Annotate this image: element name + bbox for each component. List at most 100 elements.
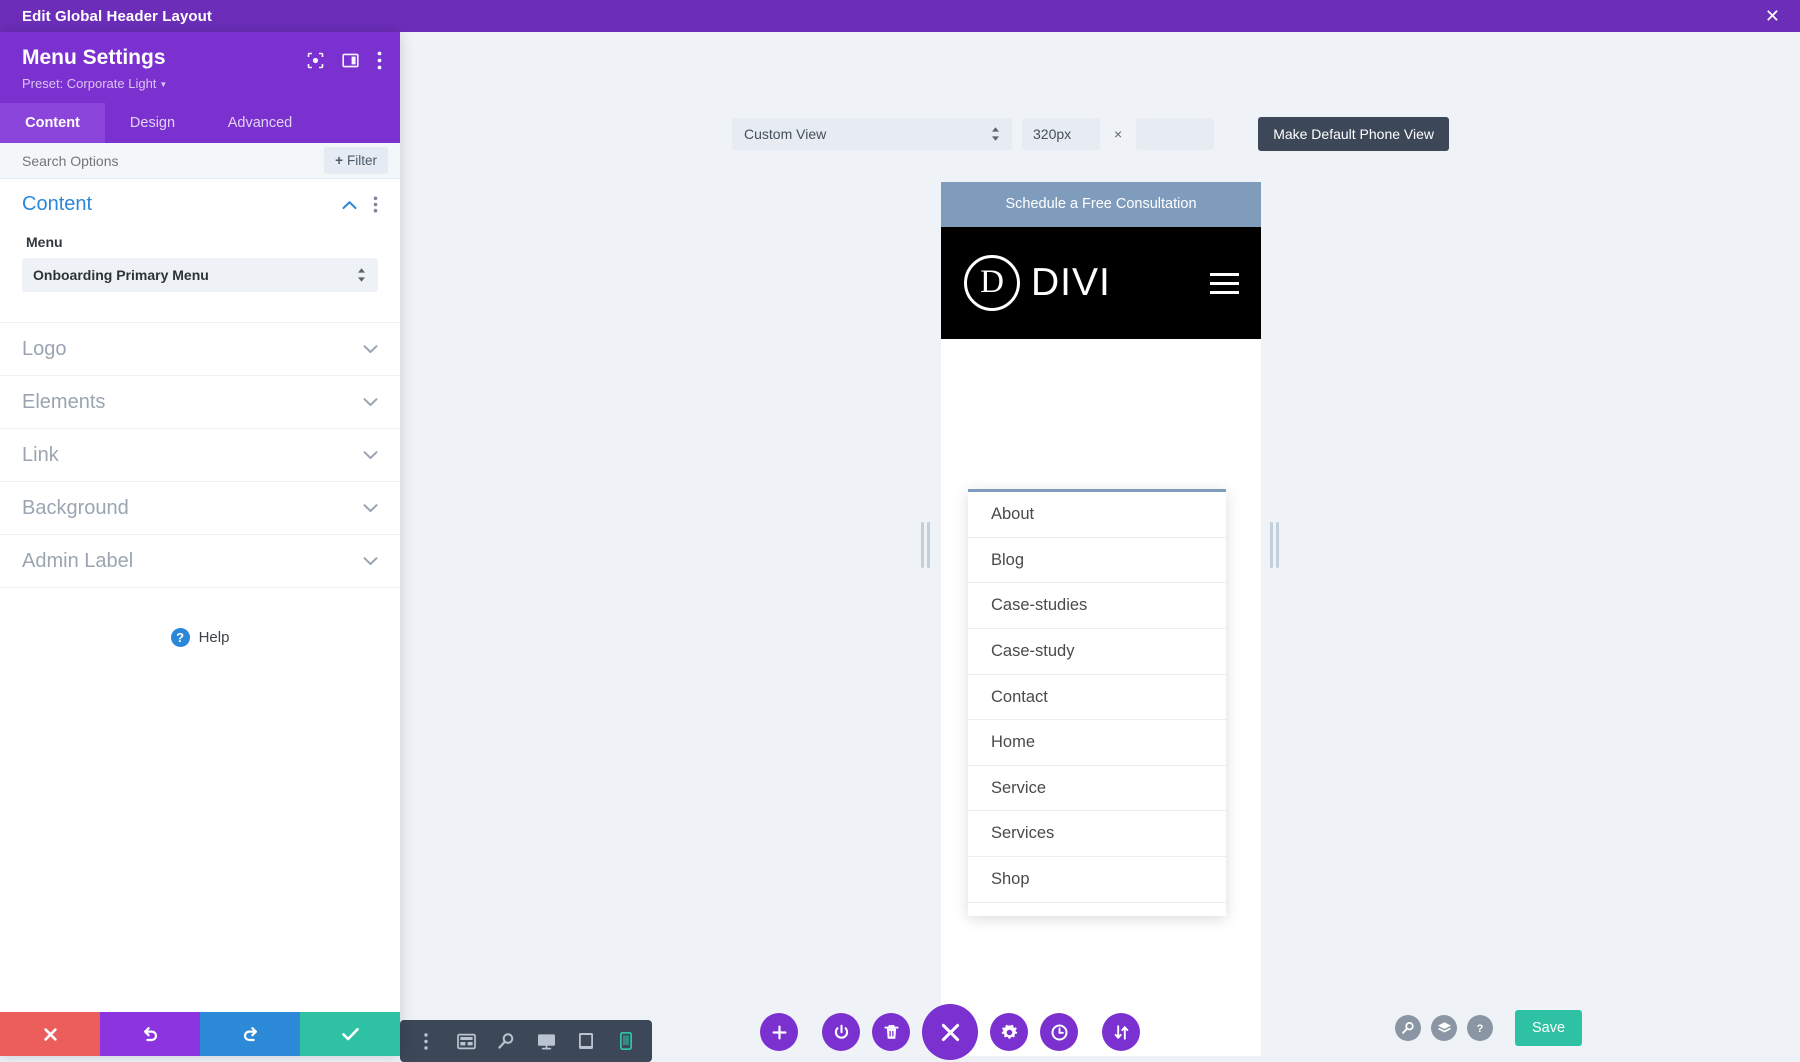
- divi-logo-mark: D: [964, 255, 1020, 311]
- menu-item-case-studies[interactable]: Case-studies: [968, 583, 1226, 629]
- preset-selector[interactable]: Preset: Corporate Light▼: [22, 76, 167, 91]
- toggle-builder-button[interactable]: [822, 1013, 860, 1051]
- magnifier-icon: [1401, 1021, 1415, 1035]
- menu-item-service[interactable]: Service: [968, 766, 1226, 812]
- section-admin-label[interactable]: Admin Label: [0, 535, 400, 588]
- select-stepper-icon: [991, 126, 1000, 142]
- tab-design[interactable]: Design: [105, 103, 200, 143]
- builder-canvas: Custom View × Make Default Phone View Sc…: [400, 32, 1800, 1056]
- discard-changes-button[interactable]: [0, 1012, 100, 1056]
- undo-button[interactable]: [100, 1012, 200, 1056]
- settings-panel-body: Content Menu Onboarding Primary Menu: [0, 179, 400, 1012]
- section-background[interactable]: Background: [0, 482, 400, 535]
- tab-advanced[interactable]: Advanced: [200, 103, 320, 143]
- make-default-phone-view-button[interactable]: Make Default Phone View: [1258, 117, 1449, 151]
- close-icon: [42, 1026, 59, 1043]
- chevron-down-icon: [363, 397, 378, 407]
- focus-mode-icon[interactable]: [307, 52, 324, 69]
- add-section-button[interactable]: [760, 1013, 798, 1051]
- help-button[interactable]: ?: [1467, 1015, 1493, 1041]
- viewport-width-input[interactable]: [1022, 118, 1100, 150]
- resize-handle-right[interactable]: [1270, 522, 1279, 568]
- mobile-menu-dropdown: About Blog Case-studies Case-study Conta…: [968, 489, 1226, 916]
- menu-item-home[interactable]: Home: [968, 720, 1226, 766]
- close-icon[interactable]: ✕: [1759, 5, 1786, 27]
- search-options-row: + Filter: [0, 143, 400, 179]
- select-stepper-icon: [357, 267, 366, 283]
- menu-select[interactable]: Onboarding Primary Menu: [22, 258, 378, 292]
- menu-item-contact[interactable]: Contact: [968, 675, 1226, 721]
- section-elements-title: Elements: [22, 391, 105, 414]
- preset-label: Preset: Corporate Light: [22, 76, 156, 91]
- plus-icon: [772, 1025, 787, 1040]
- save-button[interactable]: Save: [1515, 1010, 1582, 1046]
- section-admin-label-title: Admin Label: [22, 550, 133, 573]
- close-menu-button[interactable]: [922, 1004, 978, 1060]
- settings-button[interactable]: [990, 1013, 1028, 1051]
- section-background-title: Background: [22, 497, 129, 520]
- menu-field-label: Menu: [26, 234, 378, 250]
- search-button[interactable]: [1395, 1015, 1421, 1041]
- menu-item-about[interactable]: About: [968, 492, 1226, 538]
- portability-button[interactable]: [1102, 1013, 1140, 1051]
- gear-icon: [1001, 1024, 1018, 1041]
- settings-panel: Menu Settings Preset: Corporate Light▼ C…: [0, 32, 400, 1056]
- section-logo-title: Logo: [22, 338, 67, 361]
- section-content: Content Menu Onboarding Primary Menu: [0, 179, 400, 323]
- close-icon: [939, 1021, 962, 1044]
- plus-icon: +: [335, 153, 343, 168]
- resize-handle-left[interactable]: [921, 522, 930, 568]
- section-link[interactable]: Link: [0, 429, 400, 482]
- menu-item-shop[interactable]: Shop: [968, 857, 1226, 903]
- help-label: Help: [199, 629, 230, 646]
- svg-text:?: ?: [1477, 1023, 1484, 1035]
- builder-utility-buttons: ? Save: [1395, 1010, 1582, 1046]
- window-title-bar: Edit Global Header Layout ✕: [0, 0, 1800, 32]
- view-controls: Custom View × Make Default Phone View: [732, 117, 1449, 151]
- chevron-down-icon: [363, 450, 378, 460]
- settings-panel-header: Menu Settings Preset: Corporate Light▼: [0, 32, 400, 103]
- viewport-height-input[interactable]: [1136, 118, 1214, 150]
- chevron-down-icon: [363, 503, 378, 513]
- trash-icon: [884, 1024, 899, 1041]
- filter-button-label: Filter: [347, 153, 377, 168]
- section-elements[interactable]: Elements: [0, 376, 400, 429]
- view-mode-value: Custom View: [744, 126, 826, 142]
- menu-item-services[interactable]: Services: [968, 811, 1226, 857]
- more-options-icon[interactable]: [377, 51, 382, 70]
- menu-item-case-study[interactable]: Case-study: [968, 629, 1226, 675]
- search-input[interactable]: [22, 153, 324, 169]
- layers-button[interactable]: [1431, 1015, 1457, 1041]
- redo-icon: [241, 1025, 260, 1044]
- chevron-up-icon[interactable]: [342, 200, 357, 210]
- site-logo[interactable]: D DIVI: [964, 255, 1111, 311]
- settings-tabs: Content Design Advanced: [0, 103, 400, 143]
- check-icon: [341, 1026, 360, 1042]
- save-changes-button[interactable]: [300, 1012, 400, 1056]
- question-icon: ?: [1473, 1021, 1487, 1035]
- power-icon: [833, 1024, 850, 1041]
- help-link[interactable]: ? Help: [0, 588, 400, 647]
- chevron-down-icon: [363, 344, 378, 354]
- divi-logo-text: DIVI: [1031, 261, 1111, 305]
- redo-button[interactable]: [200, 1012, 300, 1056]
- layers-icon: [1437, 1021, 1452, 1035]
- view-mode-select[interactable]: Custom View: [732, 118, 1012, 150]
- window-title: Edit Global Header Layout: [22, 8, 212, 25]
- section-more-options-icon[interactable]: [373, 196, 378, 213]
- undo-icon: [141, 1025, 160, 1044]
- site-header: D DIVI: [941, 227, 1261, 339]
- builder-action-buttons: [760, 1004, 1140, 1060]
- clear-layout-button[interactable]: [872, 1013, 910, 1051]
- section-content-title: Content: [22, 193, 92, 216]
- hamburger-icon[interactable]: [1208, 267, 1241, 300]
- section-logo[interactable]: Logo: [0, 323, 400, 376]
- menu-item-blog[interactable]: Blog: [968, 538, 1226, 584]
- chevron-down-icon: [363, 556, 378, 566]
- promo-banner[interactable]: Schedule a Free Consultation: [941, 182, 1261, 227]
- history-button[interactable]: [1040, 1013, 1078, 1051]
- filter-button[interactable]: + Filter: [324, 147, 388, 174]
- panel-layout-icon[interactable]: [342, 52, 359, 69]
- menu-select-value: Onboarding Primary Menu: [33, 267, 209, 283]
- tab-content[interactable]: Content: [0, 103, 105, 143]
